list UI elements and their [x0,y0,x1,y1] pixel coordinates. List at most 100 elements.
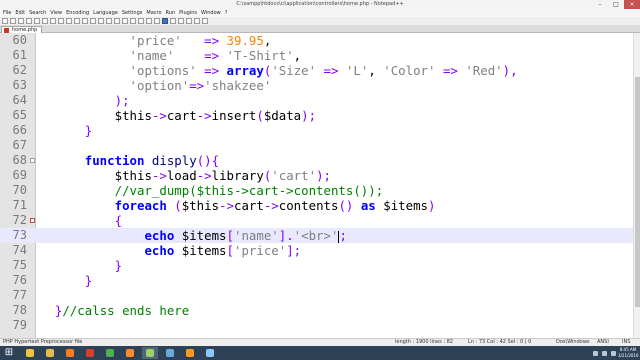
code-token: ); [114,93,130,108]
menu-help[interactable]: ? [225,9,228,17]
close-file-icon[interactable] [34,18,40,24]
taskbar-app-button[interactable] [182,347,198,359]
menu-encoding[interactable]: Encoding [66,9,89,17]
zoom-out-icon[interactable] [122,18,128,24]
vertical-scrollbar[interactable] [633,33,640,338]
taskbar-app-button[interactable] [122,347,138,359]
code-line[interactable]: 79 [0,318,633,333]
code-line[interactable]: 60 'price' => 39.95, [0,33,633,48]
code-line[interactable]: 78 }//calss ends here [0,303,633,318]
code-token: ( [174,198,182,213]
record-macro-icon[interactable] [170,18,176,24]
line-number: 63 [12,78,27,92]
language-icon[interactable] [162,18,168,24]
taskbar-app-button[interactable] [82,347,98,359]
stop-macro-icon[interactable] [178,18,184,24]
code-line[interactable]: 74 echo $items['price']; [0,243,633,258]
menu-view[interactable]: View [50,9,62,17]
code-line[interactable]: 75 } [0,258,633,273]
indent-guide-icon[interactable] [154,18,160,24]
show-all-chars-icon[interactable] [146,18,152,24]
start-button[interactable]: ⊞ [2,347,16,359]
print-icon[interactable] [50,18,56,24]
code-line[interactable]: 71 foreach ($this->cart->contents() as $… [0,198,633,213]
taskbar-app-button[interactable] [162,347,178,359]
code-line[interactable]: 63 'option'=>'shakzee' [0,78,633,93]
code-token: ), [502,63,518,78]
code-line[interactable]: 66 } [0,123,633,138]
status-eol: Dos\Windows [556,339,590,345]
code-line[interactable]: 76 } [0,273,633,288]
menu-run[interactable]: Run [166,9,176,17]
code-line[interactable]: 61 'name' => 'T-Shirt', [0,48,633,63]
tab-home-php[interactable]: home.php [1,26,43,33]
code-line[interactable]: 67 [0,138,633,153]
save-icon[interactable] [18,18,24,24]
close-button[interactable]: × [624,0,640,9]
word-wrap-icon[interactable] [138,18,144,24]
code-text: } [40,123,92,138]
replace-icon[interactable] [106,18,112,24]
menu-edit[interactable]: Edit [15,9,25,17]
taskbar-app-button[interactable] [22,347,38,359]
status-bar: PHP Hypertext Preprocessor file length :… [0,338,640,346]
run-macro-icon[interactable] [194,18,200,24]
code-token: { [114,213,123,228]
scrollbar-thumb[interactable] [635,77,640,307]
code-line[interactable]: 77 [0,288,633,303]
fold-marker-icon[interactable] [30,218,35,223]
new-file-icon[interactable] [2,18,8,24]
cut-icon[interactable] [58,18,64,24]
code-line[interactable]: 68 function disply(){ [0,153,633,168]
menu-search[interactable]: Search [29,9,46,17]
menu-bar: File Edit Search View Encoding Language … [0,9,640,17]
menu-macro[interactable]: Macro [146,9,161,17]
menu-file[interactable]: File [3,9,11,17]
redo-icon[interactable] [90,18,96,24]
vlc-icon [186,349,194,357]
taskbar-app-button[interactable] [102,347,118,359]
save-all-icon[interactable] [26,18,32,24]
undo-icon[interactable] [82,18,88,24]
code-line[interactable]: 72 { [0,213,633,228]
code-line[interactable]: 64 ); [0,93,633,108]
code-token: -> [151,108,167,123]
code-line[interactable]: 70 //var_dump($this->cart->contents()); [0,183,633,198]
open-file-icon[interactable] [10,18,16,24]
code-editor[interactable]: 60 'price' => 39.95, 61 'name' => 'T-Shir… [0,33,633,338]
taskbar-app-button[interactable] [202,347,218,359]
code-line[interactable]: 62 'options' => array('Size' => 'L', 'Co… [0,63,633,78]
code-line[interactable]: 69 $this->load->library('cart'); [0,168,633,183]
sync-scroll-icon[interactable] [130,18,136,24]
taskbar-app-button[interactable] [42,347,58,359]
minimize-button[interactable]: – [592,0,608,9]
taskbar-app-button[interactable] [142,347,158,359]
taskbar-app-button[interactable] [62,347,78,359]
close-all-icon[interactable] [42,18,48,24]
code-token: } [114,258,123,273]
find-icon[interactable] [98,18,104,24]
zoom-in-icon[interactable] [114,18,120,24]
maximize-button[interactable]: □ [608,0,624,9]
menu-settings[interactable]: Settings [122,9,143,17]
menu-plugins[interactable]: Plugins [179,9,197,17]
code-token: ); [301,108,317,123]
paste-icon[interactable] [74,18,80,24]
play-macro-icon[interactable] [186,18,192,24]
menu-language[interactable]: Language [93,9,118,17]
copy-icon[interactable] [66,18,72,24]
network-icon[interactable] [602,350,607,356]
fold-marker-icon[interactable] [30,158,35,163]
save-macro-icon[interactable] [202,18,208,24]
volume-icon[interactable] [611,350,616,356]
menu-window[interactable]: Window [201,9,221,17]
code-line[interactable]: 73 echo $items['name'].'<br>'; [0,228,633,243]
code-token: $this [114,168,152,183]
flag-icon[interactable] [593,350,598,356]
code-line[interactable]: 65 $this->cart->insert($data); [0,108,633,123]
code-text: 'option'=>'shakzee' [40,78,272,93]
taskbar-clock[interactable]: 8:45 AM 3/21/2016 [618,347,639,359]
